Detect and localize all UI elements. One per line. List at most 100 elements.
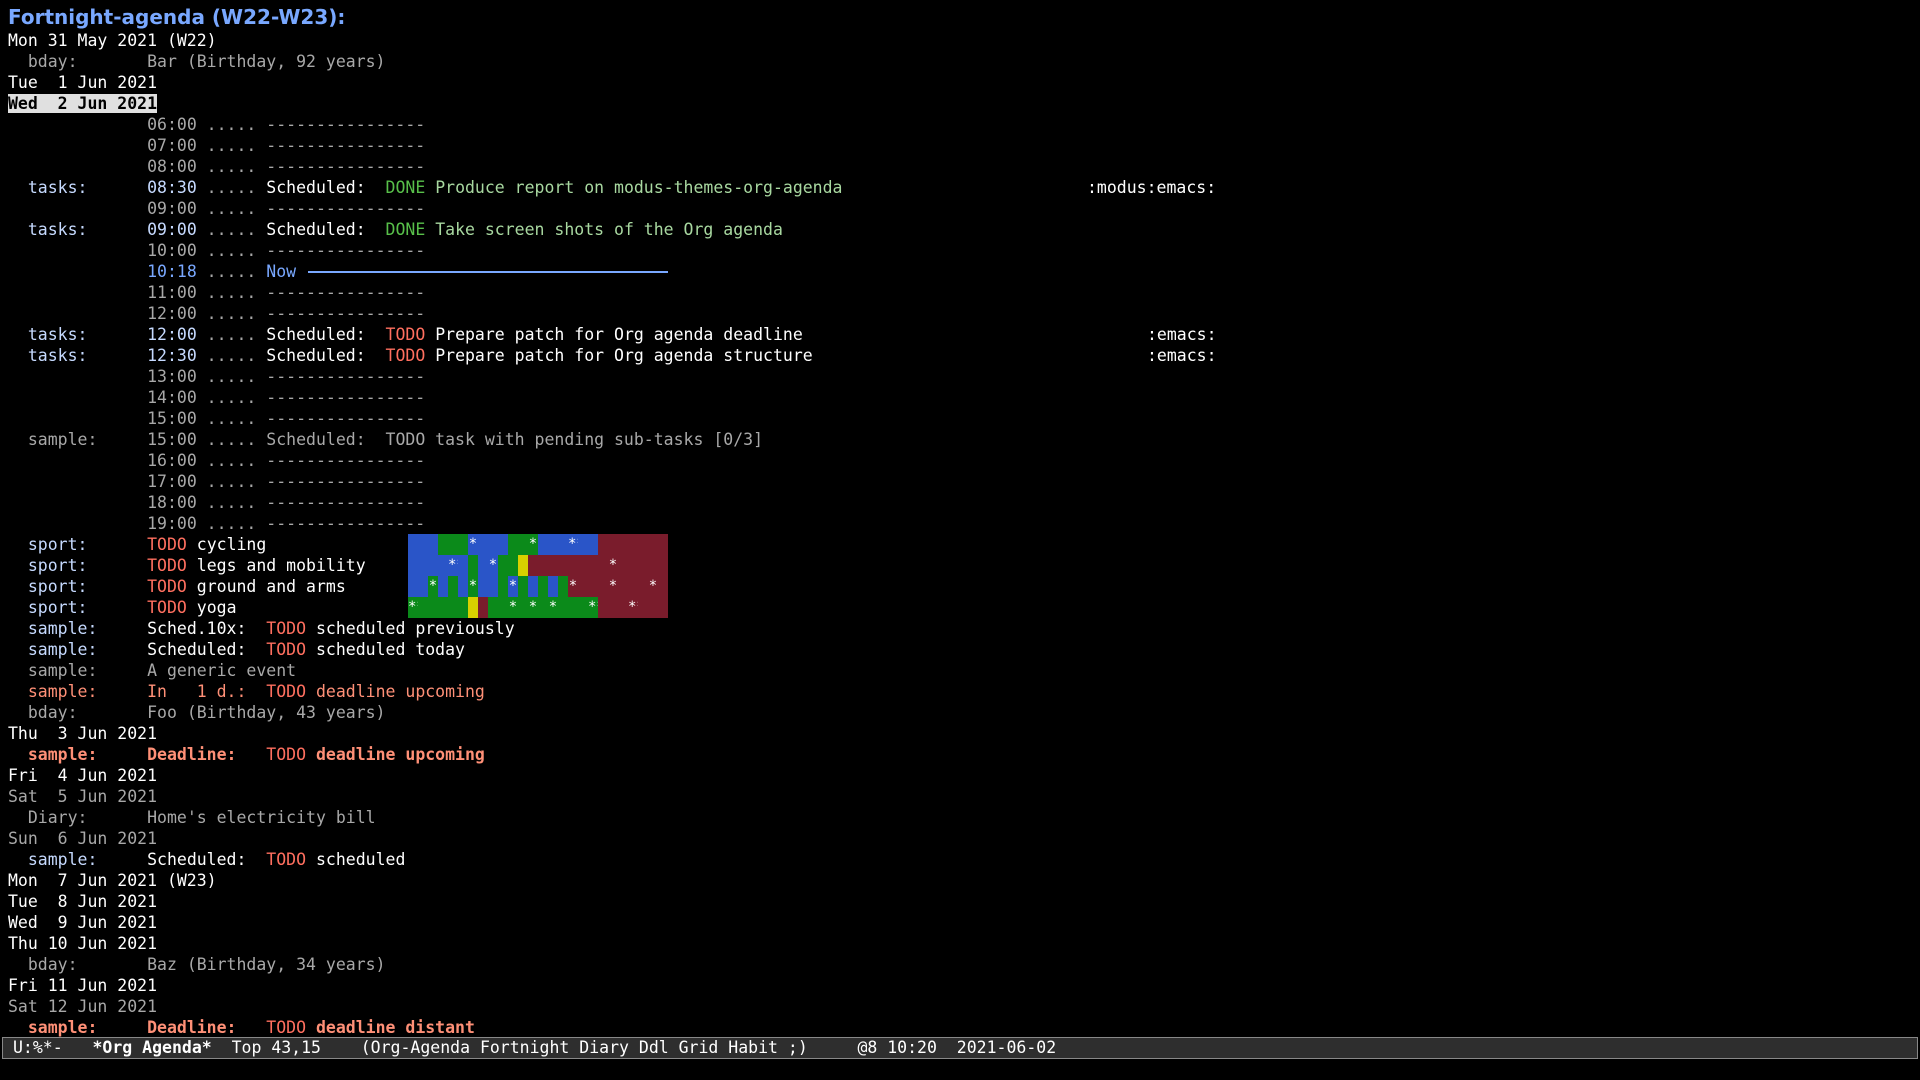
scheduled-label: Sched.10x: — [147, 619, 267, 638]
habit-cell — [648, 597, 658, 618]
grid-dots: ..... — [196, 409, 267, 428]
todo-keyword: TODO — [147, 577, 187, 596]
agenda-entry[interactable]: bday: Baz (Birthday, 34 years) — [8, 954, 1920, 975]
habit-cell — [478, 555, 488, 576]
mode-line-buffer-name[interactable]: *Org Agenda* — [92, 1038, 211, 1057]
grid-dots: ..... — [196, 157, 267, 176]
habit-entry[interactable]: sport: TODO yoga************ — [8, 597, 1920, 618]
habit-cell — [598, 576, 608, 597]
scheduled-task[interactable]: tasks: 12:00 ..... Scheduled: TODO Prepa… — [8, 324, 1920, 345]
deadline-entry[interactable]: sample: Deadline: TODO deadline upcoming — [8, 744, 1920, 765]
date-heading[interactable]: Mon 31 May 2021 (W22) — [8, 30, 1920, 51]
date-heading[interactable]: Sun 6 Jun 2021 — [8, 828, 1920, 849]
habit-cell — [498, 555, 508, 576]
task-time: 15:00 — [147, 430, 197, 449]
date-heading[interactable]: Fri 11 Jun 2021 — [8, 975, 1920, 996]
time-grid-line: 09:00 ..... ---------------- — [8, 198, 1920, 219]
grid-time: 11:00 — [147, 283, 197, 302]
mode-line-date: 2021-06-02 — [956, 1038, 1057, 1057]
scheduled-task[interactable]: sample: 15:00 ..... Scheduled: TODO task… — [8, 429, 1920, 450]
habit-cell — [498, 597, 508, 618]
habit-cell — [418, 597, 428, 618]
org-agenda-buffer[interactable]: Fortnight-agenda (W22-W23): Mon 31 May 2… — [8, 4, 1920, 1038]
habit-cell — [558, 534, 568, 555]
time-grid-line: 17:00 ..... ---------------- — [8, 471, 1920, 492]
habit-cell — [618, 534, 628, 555]
date-heading[interactable]: Mon 7 Jun 2021 (W23) — [8, 870, 1920, 891]
date-heading[interactable]: Tue 1 Jun 2021 — [8, 72, 1920, 93]
mode-line-state: U:%*- — [13, 1038, 63, 1057]
todo-keyword: TODO — [266, 640, 307, 659]
habit-cell — [558, 555, 568, 576]
grid-time: 18:00 — [147, 493, 197, 512]
grid-time: 19:00 — [147, 514, 197, 533]
grid-rule: ---------------- — [266, 451, 426, 470]
habit-cell — [408, 555, 418, 576]
date-heading[interactable]: Tue 8 Jun 2021 — [8, 891, 1920, 912]
date-label: Wed 9 Jun 2021 — [8, 913, 158, 932]
scheduled-task[interactable]: tasks: 08:30 ..... Scheduled: DONE Produ… — [8, 177, 1920, 198]
date-heading[interactable]: Sat 5 Jun 2021 — [8, 786, 1920, 807]
habit-entry[interactable]: sport: TODO legs and mobility***** — [8, 555, 1920, 576]
agenda-entry[interactable]: bday: Foo (Birthday, 43 years) — [8, 702, 1920, 723]
date-label: Wed 2 Jun 2021 — [8, 94, 158, 113]
habit-entry[interactable]: sport: TODO ground and arms * * * * * * — [8, 576, 1920, 597]
habit-entry[interactable]: sport: TODO cycling * * ** — [8, 534, 1920, 555]
habit-cell: * — [468, 576, 478, 597]
now-marker-line — [308, 271, 668, 273]
entry-text: A generic event — [147, 661, 297, 680]
habit-cell: * — [608, 576, 618, 597]
date-heading[interactable]: Thu 10 Jun 2021 — [8, 933, 1920, 954]
habit-cell — [608, 597, 618, 618]
habit-cell — [488, 534, 498, 555]
deadline-warning[interactable]: sample: In 1 d.: TODO deadline upcoming — [8, 681, 1920, 702]
agenda-entry[interactable]: sample: A generic event — [8, 660, 1920, 681]
habit-cell — [418, 576, 428, 597]
deadline-entry[interactable]: sample: Deadline: TODO deadline distant — [8, 1017, 1920, 1038]
grid-dots: ..... — [196, 304, 267, 323]
date-heading[interactable]: Wed 2 Jun 2021 — [8, 93, 1920, 114]
scheduled-task[interactable]: tasks: 12:30 ..... Scheduled: TODO Prepa… — [8, 345, 1920, 366]
agenda-entry[interactable]: sample: Scheduled: TODO scheduled — [8, 849, 1920, 870]
date-heading[interactable]: Wed 9 Jun 2021 — [8, 912, 1920, 933]
habit-cell — [558, 597, 568, 618]
agenda-entry[interactable]: sample: Scheduled: TODO scheduled today — [8, 639, 1920, 660]
now-line: 10:18 ..... Now — [8, 261, 1920, 282]
todo-keyword: DONE — [385, 178, 426, 197]
habit-cell — [628, 534, 638, 555]
habit-cell — [598, 534, 608, 555]
date-heading[interactable]: Thu 3 Jun 2021 — [8, 723, 1920, 744]
mode-line: U:%*- *Org Agenda* Top 43,15 (Org-Agenda… — [2, 1037, 1918, 1059]
habit-cell — [628, 555, 638, 576]
grid-rule: ---------------- — [266, 472, 426, 491]
habit-cell — [468, 555, 478, 576]
mode-line-modes[interactable]: (Org-Agenda Fortnight Diary Ddl Grid Hab… — [361, 1038, 808, 1057]
date-heading[interactable]: Sat 12 Jun 2021 — [8, 996, 1920, 1017]
agenda-entry[interactable]: bday: Bar (Birthday, 92 years) — [8, 51, 1920, 72]
habit-consistency-graph: ***** — [408, 555, 688, 576]
entry-text: Bar (Birthday, 92 years) — [147, 52, 386, 71]
agenda-entry[interactable]: Diary: Home's electricity bill — [8, 807, 1920, 828]
grid-rule: ---------------- — [266, 514, 426, 533]
grid-rule: ---------------- — [266, 115, 426, 134]
deadline-countdown: In 1 d.: — [147, 682, 267, 701]
habit-cell — [478, 576, 488, 597]
grid-dots: ..... — [196, 262, 267, 281]
scheduled-task[interactable]: tasks: 09:00 ..... Scheduled: DONE Take … — [8, 219, 1920, 240]
todo-keyword: TODO — [266, 850, 307, 869]
grid-dots: ..... — [196, 388, 267, 407]
mode-line-position: Top 43,15 — [231, 1038, 321, 1057]
entry-category: Diary: — [8, 808, 148, 827]
date-label: Mon 31 May 2021 (W22) — [8, 31, 217, 50]
todo-keyword: TODO — [266, 745, 307, 764]
date-heading[interactable]: Fri 4 Jun 2021 — [8, 765, 1920, 786]
habit-cell — [458, 597, 468, 618]
agenda-entry[interactable]: sample: Sched.10x: TODO scheduled previo… — [8, 618, 1920, 639]
agenda-lines: Mon 31 May 2021 (W22) bday: Bar (Birthda… — [8, 30, 1920, 1038]
